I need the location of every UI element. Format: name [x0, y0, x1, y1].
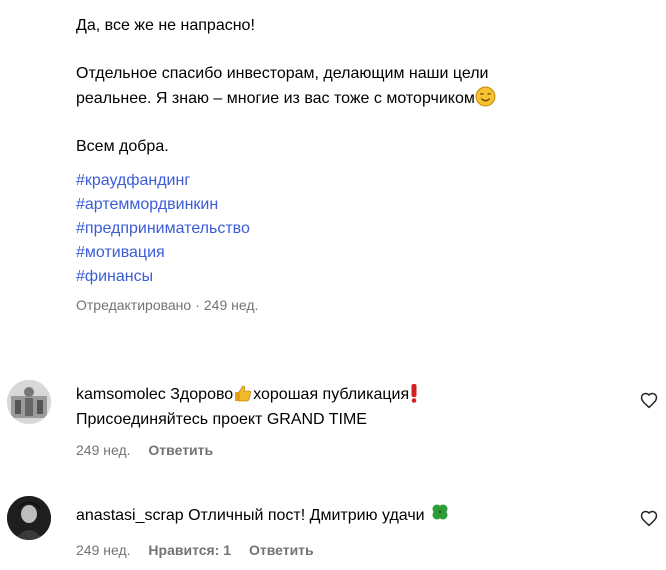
- comment-body: anastasi_scrap Отличный пост! Дмитрию уд…: [76, 502, 616, 558]
- comment-time[interactable]: 249 нед.: [76, 542, 131, 558]
- likes-count[interactable]: Нравится: 1: [148, 542, 231, 558]
- post-meta: Отредактировано · 249 нед.: [76, 297, 636, 313]
- hashtag-link[interactable]: #финансы: [76, 265, 636, 289]
- avatar-image: [7, 380, 51, 424]
- comment-meta: 249 нед. Ответить: [76, 442, 616, 458]
- post-caption: Да, все же не напрасно! Отдельное спасиб…: [76, 14, 636, 313]
- thumbs-up-icon: [235, 385, 252, 402]
- comment-body: kamsomolec Здорово хорошая публикация При…: [76, 382, 616, 458]
- reply-button[interactable]: Ответить: [249, 542, 314, 558]
- hashtag-link[interactable]: #предпринимательство: [76, 217, 636, 241]
- avatar-image: [7, 496, 51, 540]
- comment-text: anastasi_scrap Отличный пост! Дмитрию уд…: [76, 502, 616, 528]
- comment-text: kamsomolec Здорово хорошая публикация При…: [76, 382, 616, 432]
- four-leaf-clover-icon: [432, 504, 448, 520]
- caption-line: Отдельное спасибо инвесторам, делающим н…: [76, 65, 489, 82]
- comment-username[interactable]: kamsomolec: [76, 386, 166, 403]
- reply-button[interactable]: Ответить: [148, 442, 213, 458]
- caption-line: реальнее. Я знаю – многие из вас тоже с …: [76, 86, 636, 111]
- exclamation-icon: [411, 384, 417, 403]
- hashtag-link[interactable]: #краудфандинг: [76, 169, 636, 193]
- smiling-face-icon: [475, 86, 496, 107]
- comment-time[interactable]: 249 нед.: [76, 442, 131, 458]
- separator: ·: [195, 297, 200, 313]
- caption-line: Всем добра.: [76, 138, 169, 155]
- edited-label: Отредактировано: [76, 297, 192, 313]
- heart-icon[interactable]: [640, 510, 658, 528]
- hashtag-list: #краудфандинг #артеммордвинкин #предприн…: [76, 169, 636, 289]
- comment-meta: 249 нед. Нравится: 1 Ответить: [76, 542, 616, 558]
- avatar[interactable]: [7, 380, 51, 424]
- hashtag-link[interactable]: #артеммордвинкин: [76, 193, 636, 217]
- hashtag-link[interactable]: #мотивация: [76, 241, 636, 265]
- heart-icon[interactable]: [640, 392, 658, 410]
- comment-username[interactable]: anastasi_scrap: [76, 507, 184, 524]
- avatar[interactable]: [7, 496, 51, 540]
- post-time[interactable]: 249 нед.: [204, 297, 259, 313]
- caption-line: Да, все же не напрасно!: [76, 17, 255, 34]
